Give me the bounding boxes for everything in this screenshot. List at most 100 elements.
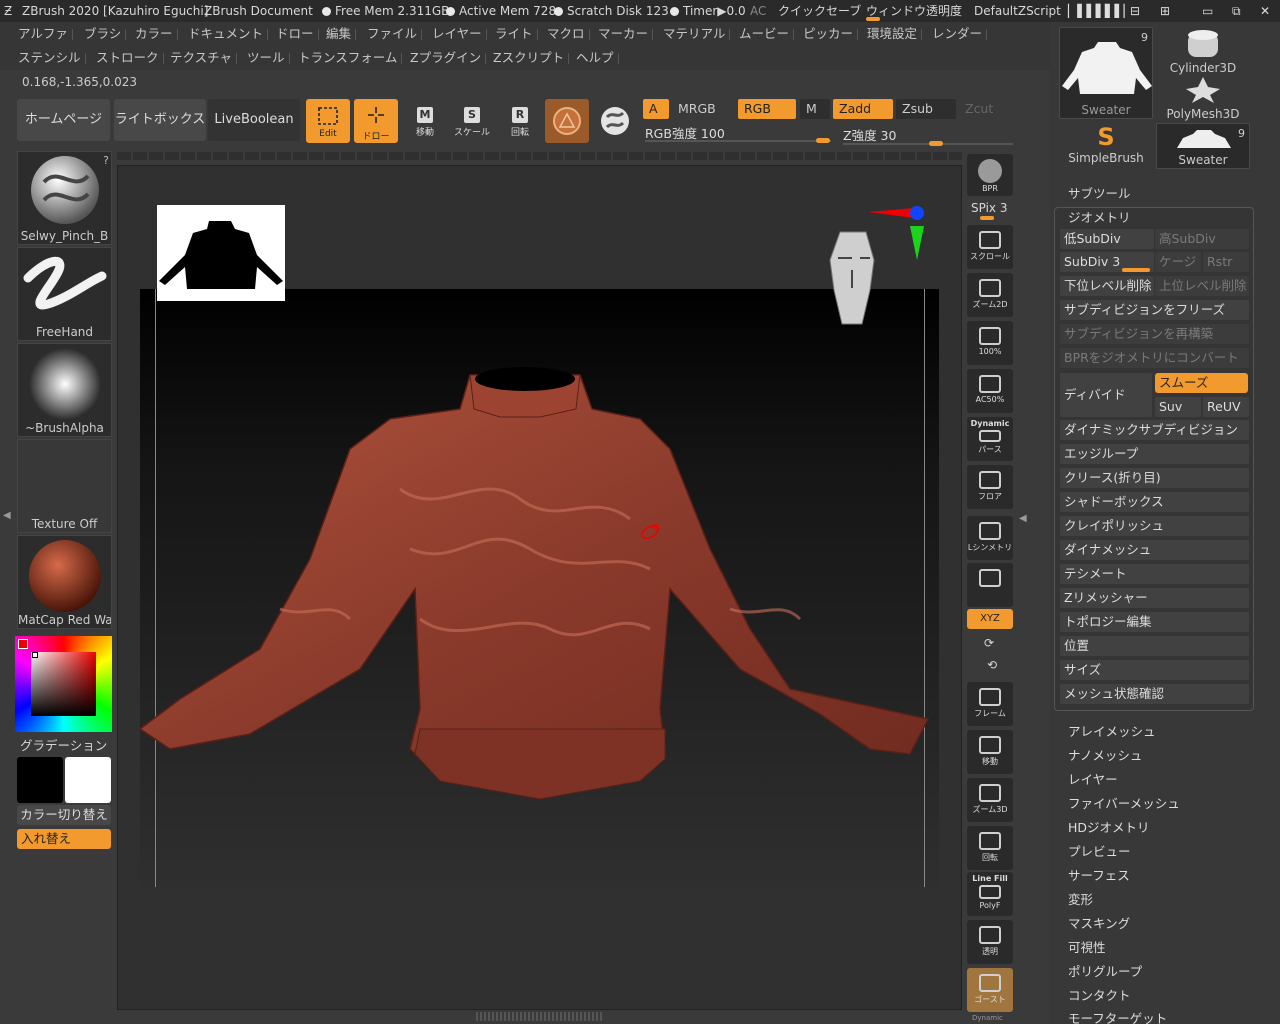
geometry-item-dynamic-subdiv[interactable]: ダイナミックサブディビジョン — [1060, 420, 1249, 440]
subpalette-arraymesh[interactable]: アレイメッシュ — [1068, 721, 1156, 740]
menu-file[interactable]: ファイル — [367, 23, 423, 45]
draw-button[interactable]: ドロー — [354, 99, 398, 143]
menu-zscript[interactable]: Zスクリプト — [493, 47, 570, 69]
transparency-button[interactable]: 透明 — [967, 920, 1013, 964]
zoom2d-button[interactable]: ズーム2D — [967, 273, 1013, 317]
menu-document[interactable]: ドキュメント — [188, 23, 269, 45]
smooth-toggle[interactable]: スムーズ — [1155, 373, 1248, 393]
stroke-slot[interactable]: FreeHand — [17, 247, 112, 341]
window-transparency-slider[interactable]: ウィンドウ透明度 — [866, 0, 962, 22]
subpalette-polygroups[interactable]: ポリグループ — [1068, 961, 1142, 980]
geometry-item-shadowbox[interactable]: シャドーボックス — [1060, 492, 1249, 512]
material-slot[interactable]: MatCap Red Wax — [17, 535, 112, 629]
quicksave-button[interactable]: クイックセーブ — [778, 0, 861, 22]
menu-tool[interactable]: ツール — [247, 47, 289, 69]
geometry-item-zremesher[interactable]: Zリメッシャー — [1060, 588, 1249, 608]
menu-layer[interactable]: レイヤー — [432, 23, 487, 45]
canvas[interactable] — [140, 289, 939, 887]
subpalette-contact[interactable]: コンタクト — [1068, 985, 1131, 1004]
subpalette-deformation[interactable]: 変形 — [1068, 889, 1093, 908]
menu-config-icon[interactable]: ⊟ — [1130, 0, 1140, 22]
cage-button[interactable]: ケージ — [1155, 252, 1201, 272]
geometry-item-tessimate[interactable]: テシメート — [1060, 564, 1249, 584]
geometry-header[interactable]: ジオメトリ — [1068, 207, 1131, 226]
subpalette-preview[interactable]: プレビュー — [1068, 841, 1131, 860]
geometry-item-dynamesh[interactable]: ダイナメッシュ — [1060, 540, 1249, 560]
scale-button[interactable]: S スケール — [452, 103, 492, 143]
divide-button[interactable]: ディバイド — [1060, 373, 1152, 417]
mrgb-toggle[interactable]: MRGB — [672, 99, 732, 119]
menu-preferences[interactable]: 環境設定 — [867, 23, 923, 45]
floor-button[interactable]: フロア — [967, 465, 1013, 509]
menu-stroke[interactable]: ストローク — [96, 47, 163, 69]
brush-preview-button[interactable] — [595, 99, 635, 143]
move-view-button[interactable]: 移動 — [967, 730, 1013, 774]
tool-polymesh3d[interactable]: PolyMesh3D — [1156, 75, 1250, 121]
gradient-label[interactable]: グラデーション — [20, 735, 107, 754]
menu-brush[interactable]: ブラシ — [84, 23, 127, 45]
rgb-intensity-track[interactable] — [645, 140, 831, 142]
geometry-item-claypolish[interactable]: クレイポリッシュ — [1060, 516, 1249, 536]
ui-config-icon[interactable]: ⊞ — [1160, 0, 1170, 22]
edit-button[interactable]: Edit — [306, 99, 350, 143]
lightbox-button[interactable]: ライトボックス — [114, 99, 206, 141]
material-preview-button[interactable] — [545, 99, 589, 143]
freeze-subdiv-button[interactable]: サブディビジョンをフリーズ — [1060, 300, 1249, 320]
subdiv-slider[interactable]: SubDiv 3 — [1060, 252, 1154, 272]
y-rotation-icon[interactable]: ⟳ — [984, 636, 994, 650]
texture-slot[interactable]: Texture Off — [17, 439, 112, 533]
higher-subdiv-button[interactable]: 高SubDiv — [1155, 229, 1249, 249]
menu-help[interactable]: ヘルプ — [576, 47, 618, 69]
liveboolean-button[interactable]: LiveBoolean — [208, 99, 300, 141]
geometry-item-topology[interactable]: トポロジー編集 — [1060, 612, 1249, 632]
menu-texture[interactable]: テクスチャ — [170, 47, 238, 69]
navigation-gizmo[interactable] — [826, 200, 936, 330]
xyz-rotation-button[interactable]: XYZ — [967, 609, 1013, 629]
menu-zplugin[interactable]: Zプラグイン — [410, 47, 487, 69]
bpr-button[interactable]: BPR — [967, 154, 1013, 196]
layout-alt-icon[interactable]: ▌▌▌▏ — [1096, 0, 1133, 22]
subpalette-fibermesh[interactable]: ファイバーメッシュ — [1068, 793, 1180, 812]
subpalette-visibility[interactable]: 可視性 — [1068, 937, 1106, 956]
rotate-view-button[interactable]: 回転 — [967, 826, 1013, 870]
alpha-slot[interactable]: ~BrushAlpha — [17, 343, 112, 437]
reuv-button[interactable]: ReUV — [1203, 397, 1249, 417]
subpalette-nanomesh[interactable]: ナノメッシュ — [1068, 745, 1142, 764]
tool-sweater[interactable]: 9 Sweater — [1059, 27, 1153, 119]
z-intensity-knob[interactable] — [929, 141, 943, 146]
menu-render[interactable]: レンダー — [932, 23, 988, 45]
menu-macro[interactable]: マクロ — [547, 23, 589, 45]
sweater-model[interactable] — [140, 289, 939, 887]
tool-cylinder3d[interactable]: Cylinder3D — [1156, 27, 1250, 75]
delete-lower-button[interactable]: 下位レベル削除 — [1060, 276, 1154, 296]
primary-color-swatch[interactable] — [17, 757, 63, 803]
menu-light[interactable]: ライト — [495, 23, 537, 45]
close-icon[interactable]: ✕ — [1260, 0, 1270, 22]
rstr-button[interactable]: Rstr — [1203, 252, 1249, 272]
menu-movie[interactable]: ムービー — [739, 23, 795, 45]
perspective-button[interactable]: Dynamic パース — [967, 417, 1013, 461]
rotate-button[interactable]: R 回転 — [500, 103, 540, 143]
menu-edit[interactable]: 編集 — [326, 23, 357, 45]
polyframe-button[interactable]: Line Fill PolyF — [967, 872, 1013, 916]
menu-color[interactable]: カラー — [135, 23, 177, 45]
suv-toggle[interactable]: Suv — [1155, 397, 1201, 417]
home-page-button[interactable]: ホームページ — [17, 99, 110, 141]
bpr-to-geometry-button[interactable]: BPRをジオメトリにコンバート — [1060, 348, 1249, 368]
local-symmetry-button[interactable]: Lシンメトリ — [967, 516, 1013, 560]
spix-slider-knob[interactable] — [980, 216, 994, 220]
tool-simplebrush[interactable]: S SimpleBrush — [1059, 123, 1153, 169]
maximize-icon[interactable]: ⧉ — [1232, 0, 1241, 22]
brush-slot[interactable]: ? Selwy_Pinch_B — [17, 151, 112, 245]
reconstruct-subdiv-button[interactable]: サブディビジョンを再構築 — [1060, 324, 1249, 344]
menu-picker[interactable]: ピッカー — [803, 23, 859, 45]
menu-material[interactable]: マテリアル — [663, 23, 731, 45]
lower-subdiv-button[interactable]: 低SubDiv — [1060, 229, 1154, 249]
subpalette-morph-target[interactable]: モーフターゲット — [1068, 1008, 1167, 1024]
m-toggle[interactable]: M — [800, 99, 830, 119]
geometry-item-edgeloop[interactable]: エッジループ — [1060, 444, 1249, 464]
scroll-button[interactable]: スクロール — [967, 225, 1013, 269]
subpalette-hd-geometry[interactable]: HDジオメトリ — [1068, 817, 1150, 836]
secondary-color-swatch[interactable] — [65, 757, 111, 803]
reference-thumbnail[interactable] — [157, 205, 285, 301]
